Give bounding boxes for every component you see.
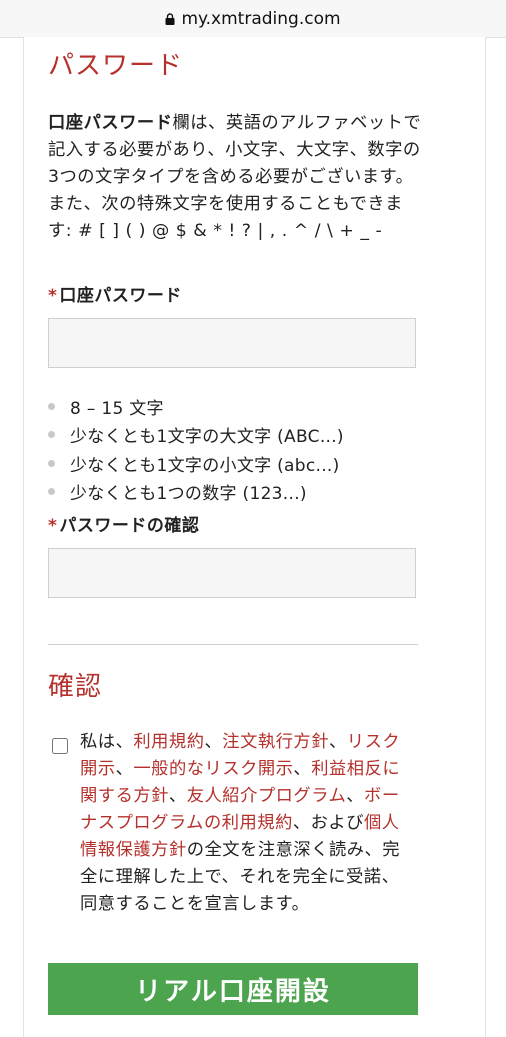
bullet-icon xyxy=(48,402,55,410)
referral-program-link[interactable]: 友人紹介プログラム xyxy=(187,786,347,806)
agreement-separator: 、 xyxy=(115,759,134,779)
password-rule-item: 少なくとも1文字の小文字 (abc...) xyxy=(48,449,344,478)
terms-link[interactable]: 利用規約 xyxy=(133,732,204,752)
password-label-text: 口座パスワード xyxy=(59,286,182,306)
password-instructions: 口座パスワード欄は、英語のアルファベットで記入する必要があり、小文字、大文字、数… xyxy=(48,110,422,245)
password-section-heading: パスワード xyxy=(48,51,184,81)
confirm-password-input[interactable] xyxy=(48,548,416,598)
password-instructions-bold: 口座パスワード xyxy=(48,113,173,133)
agreement-separator: 、 xyxy=(204,732,223,752)
agreement-separator: 、 xyxy=(168,786,187,806)
execution-policy-link[interactable]: 注文執行方針 xyxy=(222,732,329,752)
confirm-password-field-label: * パスワードの確認 xyxy=(48,511,199,536)
browser-url-bar[interactable]: my.xmtrading.com xyxy=(0,0,506,38)
password-rule-item: 少なくとも1文字の大文字 (ABC...) xyxy=(48,421,344,450)
open-real-account-button[interactable]: リアル口座開設 xyxy=(48,963,418,1015)
password-rules-list: 8 – 15 文字 少なくとも1文字の大文字 (ABC...) 少なくとも1文字… xyxy=(48,392,344,506)
general-risk-disclosure-link[interactable]: 一般的なリスク開示 xyxy=(133,759,293,779)
password-rule-text: 少なくとも1つの数字 (123...) xyxy=(70,484,307,505)
agreement-separator: 、 xyxy=(329,732,347,752)
agreement-text-part: 私は、 xyxy=(80,732,134,752)
bullet-icon xyxy=(48,459,55,467)
password-rule-text: 少なくとも1文字の小文字 (abc...) xyxy=(70,455,340,476)
password-input[interactable] xyxy=(48,318,416,368)
password-field-label: * 口座パスワード xyxy=(48,281,182,306)
password-rule-item: 少なくとも1つの数字 (123...) xyxy=(48,478,344,507)
agree-checkbox[interactable] xyxy=(52,738,68,754)
section-divider xyxy=(48,644,418,645)
agreement-separator: 、 xyxy=(346,786,365,806)
confirm-password-label-text: パスワードの確認 xyxy=(59,516,200,536)
agreement-text-part: 、および xyxy=(292,813,364,833)
agreement-separator: 、 xyxy=(293,759,312,779)
bullet-icon xyxy=(48,431,55,439)
browser-url-text: my.xmtrading.com xyxy=(181,8,341,29)
required-mark: * xyxy=(48,516,58,536)
agreement-text: 私は、利用規約、注文執行方針、リスク開示、一般的なリスク開示、利益相反に関する方… xyxy=(80,729,410,918)
password-rule-item: 8 – 15 文字 xyxy=(48,392,344,421)
password-rule-text: 少なくとも1文字の大文字 (ABC...) xyxy=(70,427,344,448)
confirm-section-heading: 確認 xyxy=(48,672,103,702)
required-mark: * xyxy=(48,286,58,306)
bullet-icon xyxy=(48,488,55,496)
password-rule-text: 8 – 15 文字 xyxy=(70,398,164,419)
lock-icon xyxy=(165,12,175,25)
